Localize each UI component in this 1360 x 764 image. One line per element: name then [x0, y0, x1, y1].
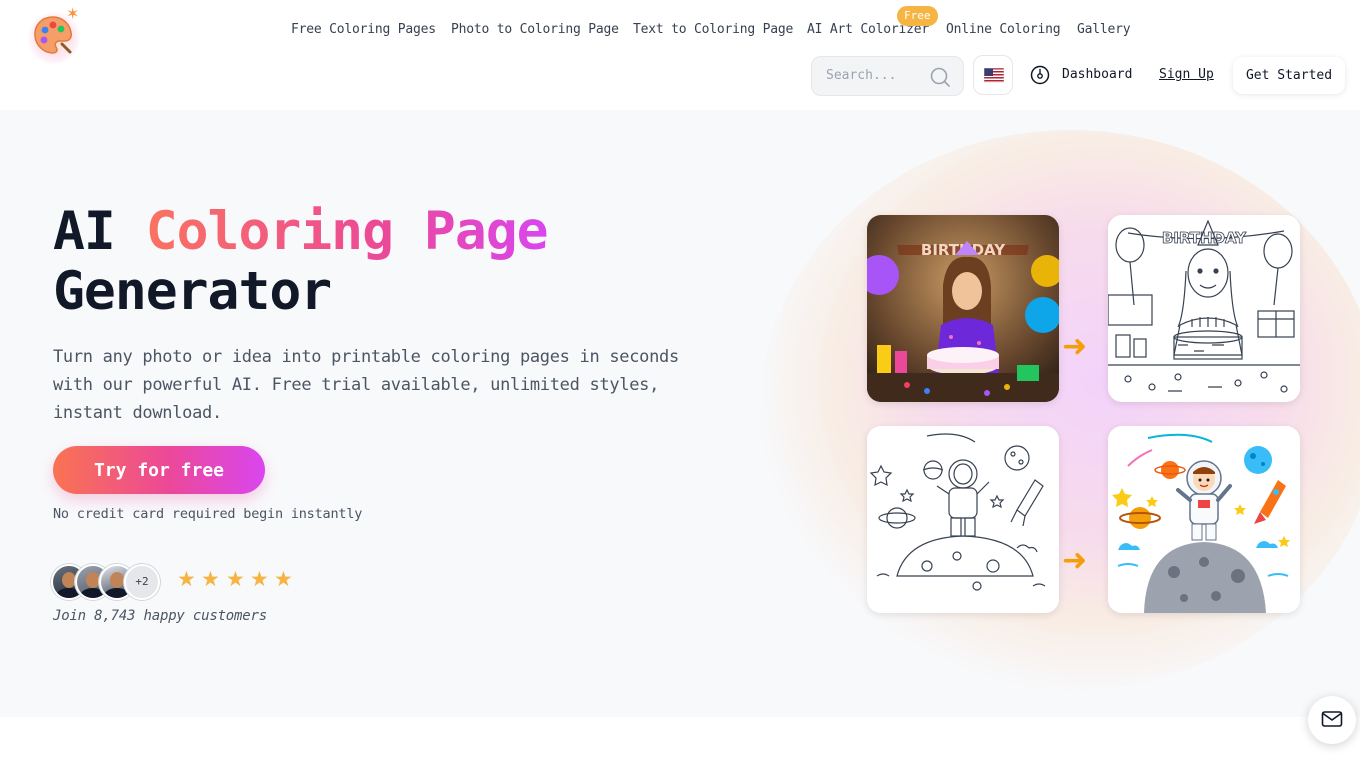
- customer-count: Join 8,743 happy customers: [53, 608, 267, 624]
- star-icon: ★: [201, 567, 220, 591]
- sign-up-link[interactable]: Sign Up: [1159, 67, 1214, 82]
- birthday-coloring-page: BIRTHDAY: [1108, 215, 1300, 402]
- dashboard-label: Dashboard: [1062, 67, 1133, 82]
- hero-title-prefix: AI: [53, 201, 146, 262]
- search-input[interactable]: Search...: [826, 68, 896, 83]
- hero-section: AI Coloring Page Generator Turn any phot…: [0, 110, 1360, 717]
- next-section: [0, 717, 1360, 764]
- star-icon: ★: [274, 567, 293, 591]
- mail-chat-icon: [1321, 711, 1343, 727]
- nav-free-coloring-pages[interactable]: Free Coloring Pages: [291, 22, 436, 37]
- free-badge: Free: [897, 6, 938, 26]
- birthday-photo: BIRTHDAY: [867, 215, 1059, 402]
- birthday-banner-text-outline: BIRTHDAY: [1162, 229, 1247, 247]
- chat-button[interactable]: [1308, 696, 1356, 744]
- star-icon: ★: [250, 567, 269, 591]
- dashboard-icon: [1030, 65, 1050, 85]
- hero-subtitle: Turn any photo or idea into printable co…: [53, 347, 679, 423]
- try-for-free-button[interactable]: Try for free: [53, 446, 265, 494]
- search-box[interactable]: Search...: [811, 56, 964, 96]
- hero-title: AI Coloring Page Generator: [53, 201, 549, 322]
- hero-title-suffix: Generator: [53, 261, 332, 322]
- astronaut-colored: [1108, 426, 1300, 613]
- main-nav: Free Coloring Pages Photo to Coloring Pa…: [0, 22, 1360, 42]
- avatar-more-count: +2: [124, 564, 160, 600]
- arrow-right-icon: ➜: [1062, 543, 1088, 578]
- cta-note: No credit card required begin instantly: [53, 506, 363, 522]
- star-icon: ★: [226, 567, 245, 591]
- search-icon: [930, 67, 950, 87]
- star-icon: ★: [177, 567, 196, 591]
- nav-text-to-coloring-page[interactable]: Text to Coloring Page: [633, 22, 793, 37]
- arrow-right-icon: ➜: [1062, 329, 1088, 364]
- get-started-button[interactable]: Get Started: [1233, 57, 1345, 94]
- sparkle-icon: ✶: [66, 4, 80, 23]
- astronaut-line-art: [867, 426, 1059, 613]
- language-button[interactable]: [973, 55, 1013, 95]
- customer-avatars: +2: [51, 564, 171, 600]
- nav-photo-to-coloring-page[interactable]: Photo to Coloring Page: [451, 22, 619, 37]
- nav-online-coloring[interactable]: Online Coloring: [946, 22, 1061, 37]
- nav-gallery[interactable]: Gallery: [1077, 22, 1131, 37]
- us-flag-icon: [984, 68, 1004, 83]
- hero-title-highlight: Coloring Page: [145, 201, 549, 262]
- site-header: ✶ Free Coloring Pages Photo to Coloring …: [0, 0, 1360, 110]
